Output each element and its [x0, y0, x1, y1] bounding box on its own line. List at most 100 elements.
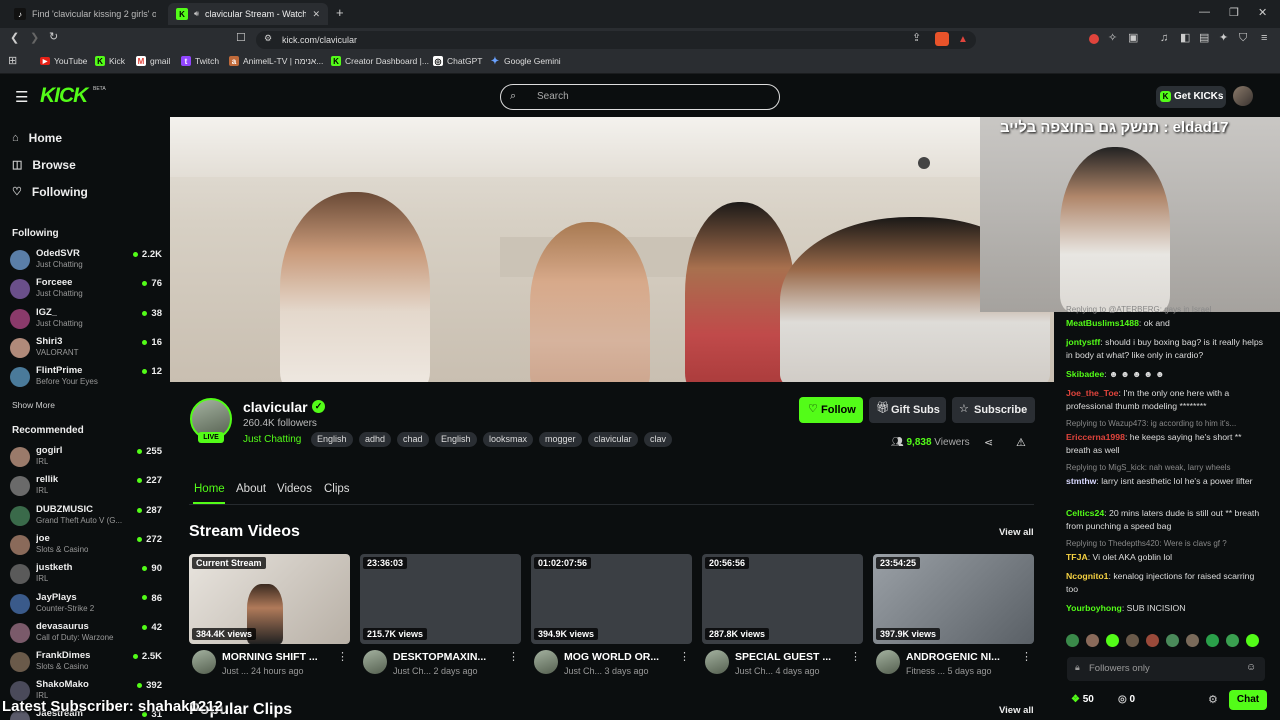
back-icon[interactable]: ❮	[10, 33, 19, 44]
minimize-icon[interactable]: —	[1199, 6, 1210, 18]
video-thumbnail[interactable]: 01:02:07:56 394.9K views	[531, 554, 692, 644]
video-title[interactable]: MOG WORLD OR...	[564, 651, 676, 663]
bookmark-animel[interactable]: a AnimelL-TV | אנימה...	[229, 56, 323, 66]
address-bar[interactable]: kick.com/clavicular	[256, 31, 976, 49]
stream-tag[interactable]: English	[311, 432, 353, 447]
video-player[interactable]	[170, 117, 1054, 382]
bookmark-chatgpt[interactable]: ◎ ChatGPT	[433, 56, 482, 66]
forward-icon[interactable]: ❯	[30, 33, 39, 44]
stream-category[interactable]: Just Chatting	[243, 434, 301, 445]
wallet2-icon[interactable]: ▤	[1199, 33, 1209, 44]
points-balance[interactable]: ◎ 0	[1118, 694, 1135, 705]
bookmark-creator-dashboard[interactable]: K Creator Dashboard |...	[331, 56, 429, 66]
search-input[interactable]: Search	[500, 84, 780, 110]
more-options-icon[interactable]: ⋮	[508, 650, 519, 663]
share-icon[interactable]: ⇪	[912, 33, 921, 44]
video-title[interactable]: MORNING SHIFT ...	[222, 651, 334, 663]
stream-videos-view-all[interactable]: View all	[999, 527, 1034, 538]
ai-icon[interactable]: ✦	[1219, 33, 1228, 44]
stream-tag[interactable]: English	[435, 432, 477, 447]
sidebar-channel[interactable]: justketh IRL 90	[10, 561, 162, 589]
bookmark-gmail[interactable]: Mgmail	[136, 56, 170, 66]
menu-icon[interactable]: ≡	[1261, 33, 1267, 44]
send-chat-button[interactable]: Chat	[1229, 690, 1267, 710]
chat-username[interactable]: TFJA	[1066, 552, 1088, 562]
video-thumbnail[interactable]: 23:36:03 215.7K views	[360, 554, 521, 644]
more-options-icon[interactable]: ⋮	[337, 650, 348, 663]
bookmark-youtube[interactable]: ▶ YouTube	[40, 56, 87, 66]
video-title[interactable]: SPECIAL GUEST ...	[735, 651, 847, 663]
restore-icon[interactable]: ❐	[1229, 6, 1239, 19]
sidebar-channel[interactable]: Forceee Just Chatting 76	[10, 276, 162, 304]
kick-logo[interactable]: KICK	[40, 84, 88, 108]
stream-tag[interactable]: clav	[644, 432, 673, 447]
new-tab-button[interactable]: +	[336, 5, 344, 20]
bookmark-icon[interactable]: ☐	[236, 33, 246, 44]
kicks-balance[interactable]: ❖ 50	[1071, 694, 1094, 705]
popular-clips-view-all[interactable]: View all	[999, 705, 1034, 716]
share-icon[interactable]: ⋖	[984, 436, 993, 449]
nav-following[interactable]: ♡ Following	[12, 185, 88, 199]
sidebar-channel[interactable]: gogirl IRL 255	[10, 444, 162, 472]
tab-home[interactable]: Home	[194, 483, 225, 495]
reload-icon[interactable]: ↻	[49, 32, 58, 43]
sidebar-toggle-icon[interactable]: ◧	[1180, 33, 1190, 44]
emote-bar[interactable]	[1066, 634, 1266, 648]
bookmark-gemini[interactable]: ✦ Google Gemini	[490, 56, 561, 67]
stream-tag[interactable]: looksmax	[483, 432, 534, 447]
brave-rewards-icon[interactable]: ▲	[958, 34, 968, 45]
record-icon[interactable]	[1089, 34, 1099, 44]
browser-tab-kick[interactable]: K 🔊︎ clavicular Stream - Watch Live ✕	[168, 3, 328, 25]
sidebar-channel[interactable]: FrankDimes Slots & Casino 2.5K	[10, 649, 162, 677]
chat-username[interactable]: Skibadee	[1066, 369, 1104, 379]
brave-shield-icon[interactable]	[935, 32, 949, 46]
more-options-icon[interactable]: ⋮	[679, 650, 690, 663]
channel-name[interactable]: clavicular	[243, 399, 308, 415]
video-title[interactable]: DESKTOPMAXIN...	[393, 651, 505, 663]
chat-username[interactable]: jontystff	[1066, 337, 1100, 347]
chat-username[interactable]: Yourboyhong	[1066, 603, 1122, 613]
chat-username[interactable]: stmthw	[1066, 476, 1096, 486]
chat-username[interactable]: Ncognito1	[1066, 571, 1108, 581]
video-thumbnail[interactable]: 23:54:25 397.9K views	[873, 554, 1034, 644]
sidebar-channel[interactable]: devasaurus Call of Duty: Warzone 42	[10, 620, 162, 648]
emote-picker-icon[interactable]: ☺	[1246, 662, 1256, 673]
more-options-icon[interactable]: ⋮	[1021, 650, 1032, 663]
stream-tag[interactable]: chad	[397, 432, 429, 447]
chat-username[interactable]: MeatBuslims1488	[1066, 318, 1139, 328]
tab-clips[interactable]: Clips	[324, 483, 350, 495]
show-more-link[interactable]: Show More	[12, 400, 55, 410]
chat-username[interactable]: Joe_the_Toe	[1066, 388, 1118, 398]
video-title[interactable]: ANDROGENIC NI...	[906, 651, 1018, 663]
more-options-icon[interactable]: ⋮	[850, 650, 861, 663]
nav-home[interactable]: ⌂ Home	[12, 131, 62, 145]
bookmark-kick[interactable]: K Kick	[95, 56, 125, 66]
tab-about[interactable]: About	[236, 483, 266, 495]
chat-username[interactable]: Ericcerna1998	[1066, 432, 1125, 442]
vpn-icon[interactable]: ⛉	[1239, 33, 1247, 44]
user-avatar[interactable]	[1233, 86, 1253, 106]
stream-tag[interactable]: adhd	[359, 432, 392, 447]
chat-settings-icon[interactable]: ⚙	[1208, 693, 1218, 706]
video-thumbnail[interactable]: Current Stream 384.4K views	[189, 554, 350, 644]
sidebar-channel[interactable]: ShakoMako IRL 392	[10, 678, 162, 706]
hamburger-menu-icon[interactable]: ☰	[15, 88, 28, 106]
close-window-icon[interactable]: ✕	[1258, 6, 1267, 19]
sidebar-channel[interactable]: OdedSVR Just Chatting 2.2K	[10, 247, 162, 275]
sidebar-channel[interactable]: IGZ_ Just Chatting 38	[10, 306, 162, 334]
apps-icon[interactable]: ⊞	[8, 56, 17, 67]
sidebar-channel[interactable]: JayPlays Counter-Strike 2 86	[10, 591, 162, 619]
tab-videos[interactable]: Videos	[277, 483, 312, 495]
video-thumbnail[interactable]: 20:56:56 287.8K views	[702, 554, 863, 644]
chat-input[interactable]: Followers only	[1067, 657, 1265, 681]
sidebar-channel[interactable]: DUBZMUSIC Grand Theft Auto V (G... 287	[10, 503, 162, 531]
sidebar-channel[interactable]: rellik IRL 227	[10, 473, 162, 501]
browser-tab-tiktok[interactable]: ♪ Find 'clavicular kissing 2 girls' on T…	[6, 3, 164, 25]
report-icon[interactable]: ⚠	[1016, 436, 1026, 449]
wallet-icon[interactable]: ▣	[1128, 33, 1138, 44]
nav-browse[interactable]: ◫ Browse	[12, 158, 76, 172]
extensions-icon[interactable]: ✧	[1108, 33, 1117, 44]
media-icon[interactable]: ♫	[1160, 33, 1168, 44]
bookmark-twitch[interactable]: t Twitch	[181, 56, 219, 66]
sidebar-channel[interactable]: Shiri3 VALORANT 16	[10, 335, 162, 363]
